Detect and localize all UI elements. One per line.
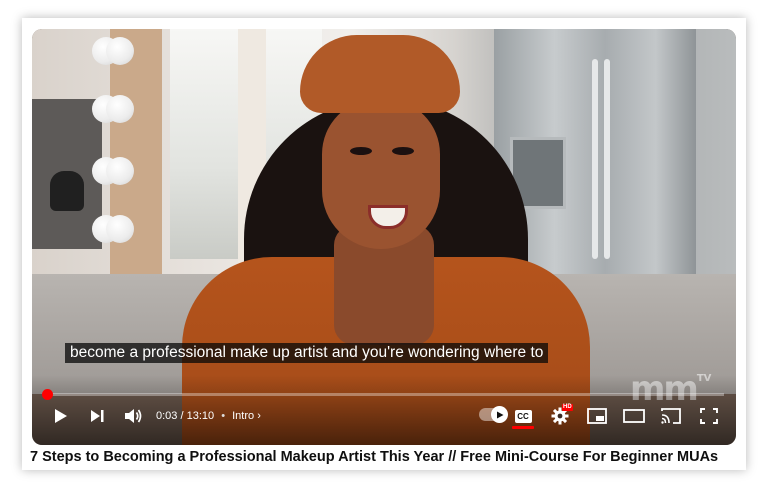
vanity-bulb — [106, 37, 134, 65]
mute-button[interactable] — [118, 401, 148, 431]
autoplay-play-icon — [496, 411, 503, 418]
kettle-shape — [50, 171, 84, 211]
person-eye — [350, 147, 372, 155]
fullscreen-button[interactable] — [696, 401, 722, 431]
video-title[interactable]: 7 Steps to Becoming a Professional Makeu… — [30, 444, 742, 470]
autoplay-toggle[interactable] — [479, 406, 508, 423]
vanity-bulb — [106, 95, 134, 123]
miniplayer-icon — [587, 408, 607, 424]
chapter-label: Intro — [232, 410, 255, 422]
hd-badge: HD — [562, 404, 573, 411]
time-display: 0:03 / 13:10 • Intro › — [156, 401, 261, 431]
autoplay-knob — [491, 406, 508, 423]
person-eye — [392, 147, 414, 155]
video-player[interactable]: mmTV become a professional make up artis… — [32, 29, 736, 445]
chapter-bullet: • — [221, 410, 226, 422]
fridge-handle — [604, 59, 610, 259]
fullscreen-icon — [700, 408, 718, 424]
miniplayer-button[interactable] — [584, 401, 610, 431]
settings-button[interactable]: HD — [548, 401, 573, 431]
video-card: mmTV become a professional make up artis… — [22, 18, 746, 470]
cast-icon — [661, 408, 681, 424]
next-icon — [91, 410, 104, 422]
cc-active-indicator — [512, 426, 534, 429]
progress-bar[interactable] — [41, 389, 724, 400]
vanity-bulb — [106, 215, 134, 243]
chapter-button[interactable]: Intro › — [232, 410, 261, 422]
cast-button[interactable] — [658, 401, 684, 431]
progress-scrubber[interactable] — [41, 389, 53, 400]
vanity-bulb — [106, 157, 134, 185]
subtitles-button[interactable]: CC — [512, 401, 534, 431]
time-separator: / — [180, 410, 184, 422]
fridge-handle — [592, 59, 598, 259]
play-button[interactable] — [46, 401, 76, 431]
cc-icon: CC — [514, 409, 532, 423]
duration: 13:10 — [186, 410, 215, 422]
person-hat — [300, 35, 460, 113]
play-icon — [55, 409, 67, 423]
theater-icon — [623, 409, 645, 423]
next-button[interactable] — [82, 401, 112, 431]
chevron-right-icon: › — [257, 410, 261, 422]
subtitle-caption: become a professional make up artist and… — [65, 343, 549, 363]
current-time: 0:03 — [156, 410, 178, 422]
volume-icon — [125, 409, 142, 423]
theater-mode-button[interactable] — [620, 401, 648, 431]
